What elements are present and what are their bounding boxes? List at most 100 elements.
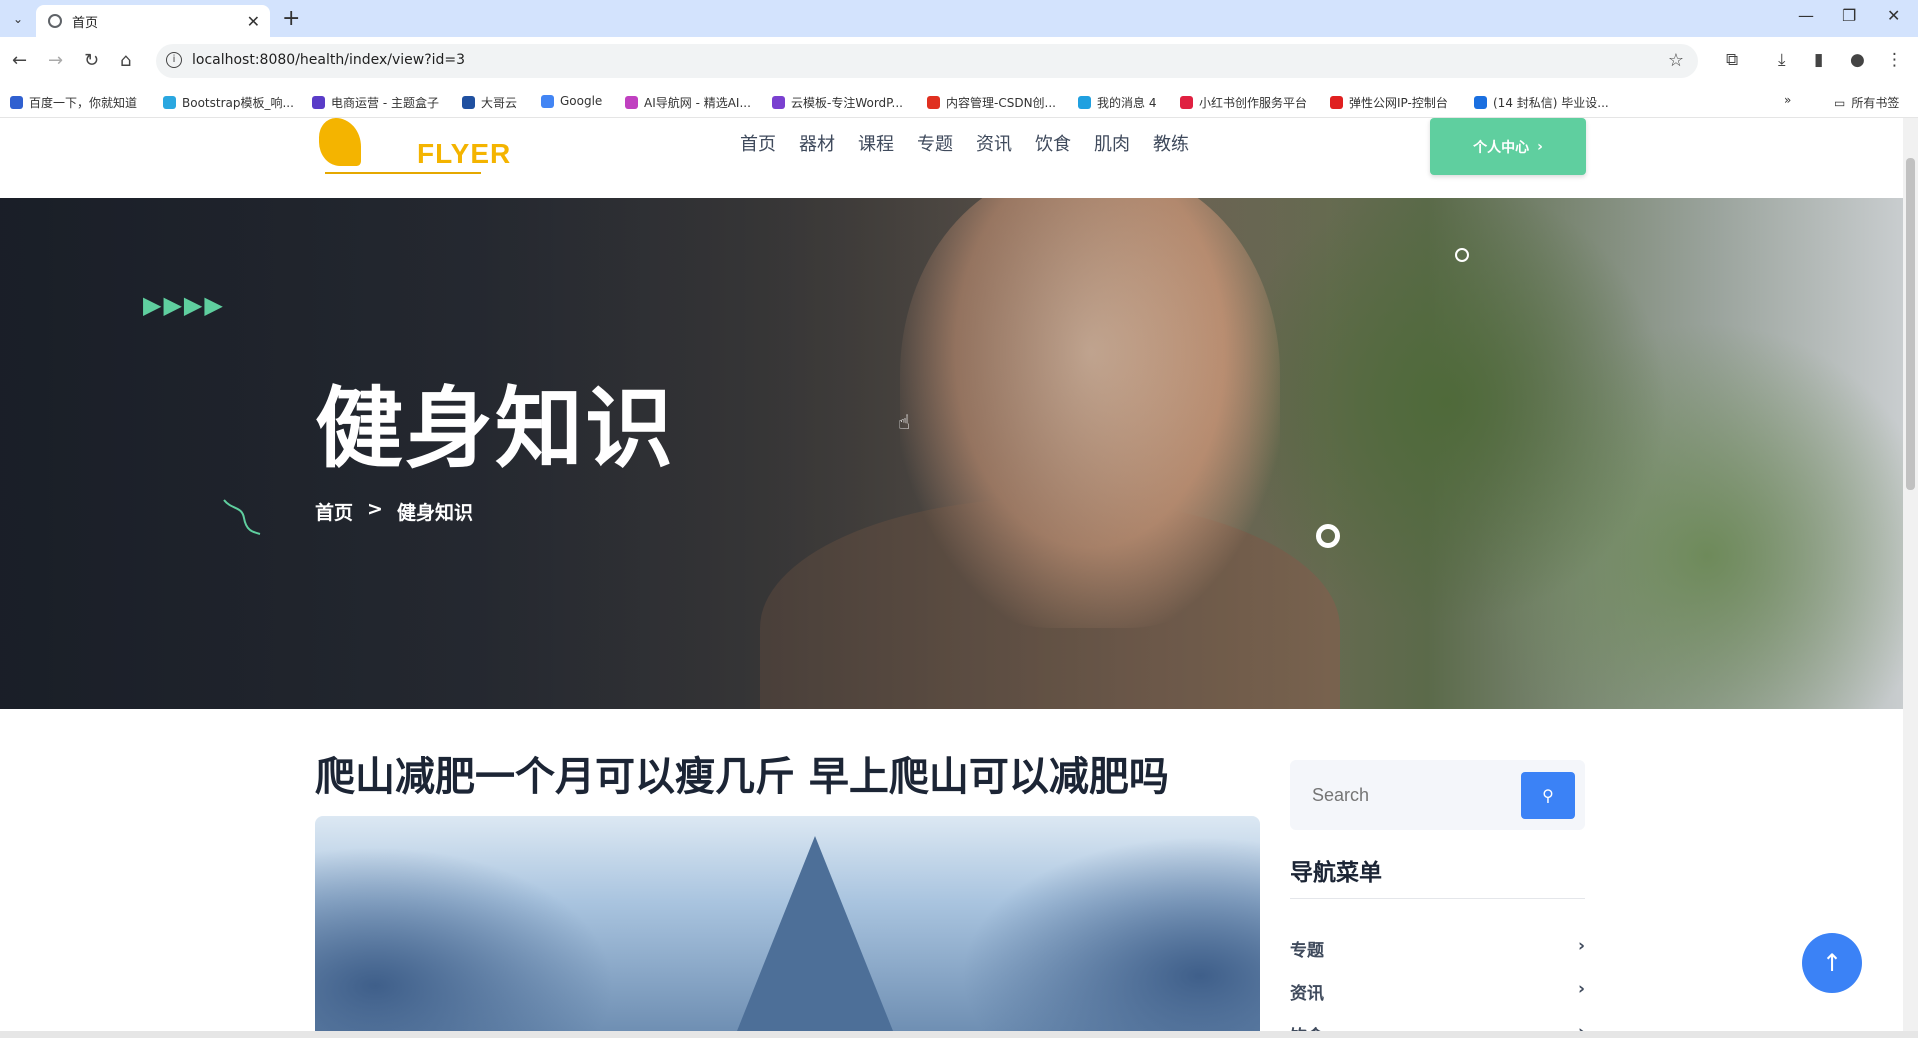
nav-link[interactable]: 教练 <box>1153 130 1189 156</box>
bookmark-item[interactable]: 内容管理-CSDN创... <box>927 94 1056 111</box>
page-title: 健身知识 <box>315 377 676 480</box>
bookmark-item[interactable]: AI导航网 - 精选AI... <box>625 94 751 111</box>
user-center-button[interactable]: 个人中心 › <box>1430 118 1586 175</box>
new-tab-plus-icon[interactable]: + <box>282 6 300 31</box>
close-window-icon[interactable]: ✕ <box>1887 6 1900 25</box>
site-logo[interactable]: FLYER <box>315 118 510 178</box>
more-bookmarks-icon[interactable]: » <box>1784 93 1791 107</box>
nav-link[interactable]: 饮食 <box>1035 130 1071 156</box>
sidebar-menu-item[interactable]: 专题 › <box>1290 936 1585 961</box>
restore-icon[interactable]: ❐ <box>1842 6 1856 25</box>
browser-menu-icon[interactable]: ⋮ <box>1886 50 1903 70</box>
decor-circle-small <box>1455 248 1469 262</box>
bookmark-favicon-icon <box>462 96 475 109</box>
bookmark-label: 小红书创作服务平台 <box>1199 96 1308 110</box>
bookmark-item[interactable]: 我的消息 4 <box>1078 94 1156 111</box>
bookmark-item[interactable]: 小红书创作服务平台 <box>1180 94 1307 111</box>
search-button[interactable]: ⚲ <box>1521 772 1575 819</box>
bookmark-item[interactable]: 云模板-专注WordP... <box>772 94 903 111</box>
bookmark-favicon-icon <box>541 94 554 108</box>
article-image <box>315 816 1260 1031</box>
bookmarks-bar: » ▭ 所有书签 百度一下，你就知道 Bootstrap模板_响... 电商运营 -… <box>0 86 1918 118</box>
nav-link[interactable]: 资讯 <box>976 130 1012 156</box>
sidebar-menu-item[interactable]: 资讯 › <box>1290 979 1585 1004</box>
nav-link[interactable]: 肌肉 <box>1094 130 1130 156</box>
extensions-puzzle-icon[interactable]: ⧉ <box>1726 50 1738 70</box>
bookmark-label: 大哥云 <box>481 96 518 110</box>
folder-icon: ▭ <box>1834 95 1846 110</box>
breadcrumb: 首页 > 健身知识 <box>315 498 473 525</box>
download-icon[interactable]: ⤓ <box>1778 50 1786 70</box>
bookmark-item[interactable]: (14 封私信) 毕业设... <box>1474 94 1609 111</box>
decor-squiggle <box>223 499 261 535</box>
hero-dark-overlay <box>0 198 1903 709</box>
breadcrumb-home-link[interactable]: 首页 <box>315 498 353 525</box>
image-mountain-peak <box>735 836 895 1031</box>
reload-icon[interactable]: ↻ <box>84 50 99 71</box>
bookmark-favicon-icon <box>625 96 638 109</box>
url-text[interactable]: localhost:8080/health/index/view?id=3 <box>192 52 465 68</box>
chevron-right-icon: › <box>1577 936 1585 956</box>
site-info-icon[interactable]: i <box>166 52 182 68</box>
search-input[interactable] <box>1300 775 1515 815</box>
profile-avatar-icon[interactable]: ● <box>1850 50 1865 70</box>
main-nav: 首页 器材 课程 专题 资讯 饮食 肌肉 教练 <box>740 130 1189 156</box>
horizontal-scrollbar[interactable] <box>0 1031 1918 1038</box>
bookmark-item[interactable]: 电商运营 - 主题盒子 <box>312 94 439 111</box>
sidebar-menu-label: 专题 <box>1290 941 1324 961</box>
browser-tab-strip: ⌄ 首页 ✕ + — ❐ ✕ <box>0 0 1918 37</box>
nav-link[interactable]: 器材 <box>799 130 835 156</box>
back-to-top-button[interactable]: ↑ <box>1802 933 1862 993</box>
bookmark-label: (14 封私信) 毕业设... <box>1493 96 1609 110</box>
logo-bird-icon <box>319 118 361 166</box>
address-bar[interactable]: i localhost:8080/health/index/view?id=3 … <box>156 44 1698 78</box>
image-mountain-left <box>315 846 615 1031</box>
bookmark-favicon-icon <box>163 96 176 109</box>
side-panel-icon[interactable]: ▮ <box>1814 50 1823 70</box>
breadcrumb-current: 健身知识 <box>396 502 473 524</box>
image-mountain-right <box>960 836 1260 1031</box>
bookmark-item[interactable]: 弹性公网IP-控制台 <box>1330 94 1448 111</box>
browser-tab-active[interactable]: 首页 ✕ <box>36 5 270 37</box>
close-tab-icon[interactable]: ✕ <box>247 12 260 31</box>
bookmark-label: Google <box>560 94 603 108</box>
bookmark-favicon-icon <box>1180 96 1193 109</box>
chevron-right-icon: › <box>1577 979 1585 999</box>
bookmark-favicon-icon <box>1330 96 1343 109</box>
site-header: FLYER 首页 器材 课程 专题 资讯 饮食 肌肉 教练 个人中心 › <box>0 118 1903 198</box>
all-bookmarks-folder[interactable]: ▭ 所有书签 <box>1834 94 1899 111</box>
page-scrollbar[interactable] <box>1903 118 1918 1031</box>
nav-link[interactable]: 专题 <box>917 130 953 156</box>
bookmark-favicon-icon <box>312 96 325 109</box>
bookmark-label: 弹性公网IP-控制台 <box>1349 96 1448 110</box>
bookmark-label: Bootstrap模板_响... <box>182 96 294 110</box>
breadcrumb-separator-icon: > <box>367 498 383 520</box>
back-arrow-icon[interactable]: ← <box>12 50 27 71</box>
bookmark-item[interactable]: 百度一下，你就知道 <box>10 94 137 111</box>
hero-banner: ▶▶▶▶ 健身知识 首页 > 健身知识 ☝ <box>0 198 1903 709</box>
bookmark-favicon-icon <box>1474 96 1487 109</box>
bookmark-item[interactable]: 大哥云 <box>462 94 517 111</box>
sidebar-heading: 导航菜单 <box>1290 860 1382 886</box>
article-section: 爬山减肥一个月可以瘦几斤 早上爬山可以减肥吗 ⚲ 导航菜单 专题 › 资讯 › 饮食 › <box>0 709 1903 1031</box>
bookmark-star-icon[interactable]: ☆ <box>1668 50 1684 71</box>
minimize-icon[interactable]: — <box>1798 6 1814 25</box>
sidebar-menu-item[interactable]: 饮食 › <box>1290 1022 1585 1031</box>
user-center-label: 个人中心 <box>1473 139 1530 156</box>
chevron-right-icon: › <box>1537 138 1543 155</box>
bookmark-item[interactable]: Bootstrap模板_响... <box>163 94 294 111</box>
forward-arrow-icon[interactable]: → <box>48 50 63 71</box>
all-bookmarks-label: 所有书签 <box>1851 96 1900 110</box>
nav-link[interactable]: 课程 <box>858 130 894 156</box>
bookmark-item[interactable]: Google <box>541 94 602 108</box>
globe-icon <box>48 14 62 28</box>
bookmark-favicon-icon <box>10 96 23 109</box>
bookmark-label: AI导航网 - 精选AI... <box>644 96 751 110</box>
nav-link[interactable]: 首页 <box>740 130 776 156</box>
home-icon[interactable]: ⌂ <box>120 50 131 71</box>
tab-title: 首页 <box>72 15 99 31</box>
scrollbar-thumb[interactable] <box>1906 158 1915 490</box>
sidebar-divider <box>1290 898 1585 899</box>
tab-search-chevron-icon[interactable]: ⌄ <box>6 8 30 30</box>
arrow-up-icon: ↑ <box>1821 949 1843 977</box>
